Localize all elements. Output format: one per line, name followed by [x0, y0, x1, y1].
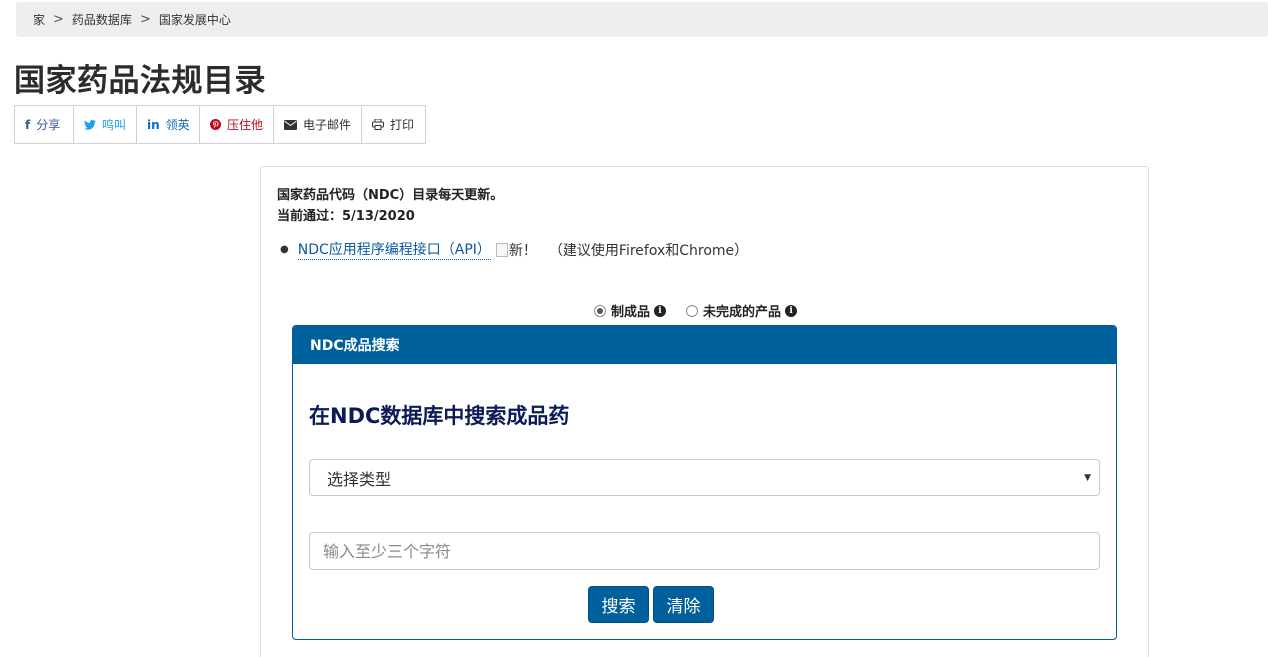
caret-down-icon: ▼ — [1084, 473, 1091, 483]
search-panel-title: 在NDC数据库中搜索成品药 — [309, 404, 570, 428]
radio-button-checked[interactable] — [594, 304, 606, 317]
new-badge-alt-text: 新！ — [508, 242, 537, 259]
print-label: 打印 — [390, 118, 415, 132]
linkedin-icon: in — [147, 117, 160, 132]
update-notice: 国家药品代码（NDC）目录每天更新。 — [277, 188, 504, 203]
pinterest-share-label: 压住他 — [227, 118, 264, 132]
search-panel-header: NDC成品搜索 — [293, 326, 1116, 364]
product-type-radio-group: 制成品 i 未完成的产品 i — [594, 301, 817, 320]
print-button[interactable]: 打印 — [362, 106, 425, 143]
search-type-select[interactable]: 选择类型 ▼ — [309, 459, 1100, 496]
api-list-item: ● NDC应用程序编程接口（API） 新！ （建议使用Firefox和Chrom… — [280, 239, 748, 260]
radio-finished-products[interactable]: 制成品 i — [594, 301, 667, 320]
search-input[interactable] — [309, 532, 1100, 570]
envelope-icon — [284, 119, 297, 130]
current-through-date: 当前通过：5/13/2020 — [277, 209, 415, 224]
pinterest-share-button[interactable]: 压住他 — [200, 106, 274, 143]
select-value: 选择类型 — [327, 469, 392, 489]
chevron-right-icon: > — [53, 12, 64, 27]
linkedin-share-button[interactable]: in 领英 — [137, 106, 200, 143]
chevron-right-icon: > — [139, 12, 151, 27]
browser-recommendation: （建议使用Firefox和Chrome） — [548, 242, 749, 259]
radio-unfinished-label: 未完成的产品 — [703, 305, 782, 320]
new-badge-image: 新！ — [495, 240, 537, 260]
twitter-icon — [84, 119, 96, 130]
breadcrumb-drug-database[interactable]: 药品数据库 — [72, 11, 132, 28]
twitter-share-label: 鸣叫 — [102, 118, 127, 132]
bullet-icon: ● — [280, 244, 289, 255]
breadcrumb-ndc[interactable]: 国家发展中心 — [159, 11, 231, 28]
email-share-button[interactable]: 电子邮件 — [274, 106, 362, 143]
share-bar: f 分享 鸣叫 in 领英 压住他 电子邮件 打印 — [14, 105, 426, 144]
radio-finished-label: 制成品 — [611, 305, 651, 320]
linkedin-share-label: 领英 — [165, 118, 190, 132]
ndc-api-link[interactable]: NDC应用程序编程接口（API） — [297, 239, 491, 260]
broken-image-icon — [495, 242, 508, 257]
facebook-share-button[interactable]: f 分享 — [15, 106, 74, 143]
radio-unfinished-products[interactable]: 未完成的产品 i — [686, 301, 798, 320]
breadcrumb-home[interactable]: 家 — [33, 11, 45, 28]
page-title: 国家药品法规目录 — [14, 63, 266, 99]
info-icon[interactable]: i — [654, 304, 667, 317]
info-icon[interactable]: i — [785, 304, 798, 317]
radio-button-unchecked[interactable] — [686, 304, 699, 317]
breadcrumb: 家 > 药品数据库 > 国家发展中心 — [16, 2, 1268, 37]
printer-icon — [372, 119, 384, 130]
facebook-icon: f — [25, 117, 31, 132]
email-share-label: 电子邮件 — [303, 118, 352, 132]
search-button[interactable]: 搜索 — [588, 586, 649, 623]
twitter-share-button[interactable]: 鸣叫 — [74, 106, 137, 143]
pinterest-icon — [210, 119, 221, 130]
ndc-search-panel: NDC成品搜索 在NDC数据库中搜索成品药 选择类型 ▼ 搜索 清除 — [292, 325, 1117, 640]
clear-button[interactable]: 清除 — [653, 586, 714, 623]
facebook-share-label: 分享 — [36, 118, 61, 132]
